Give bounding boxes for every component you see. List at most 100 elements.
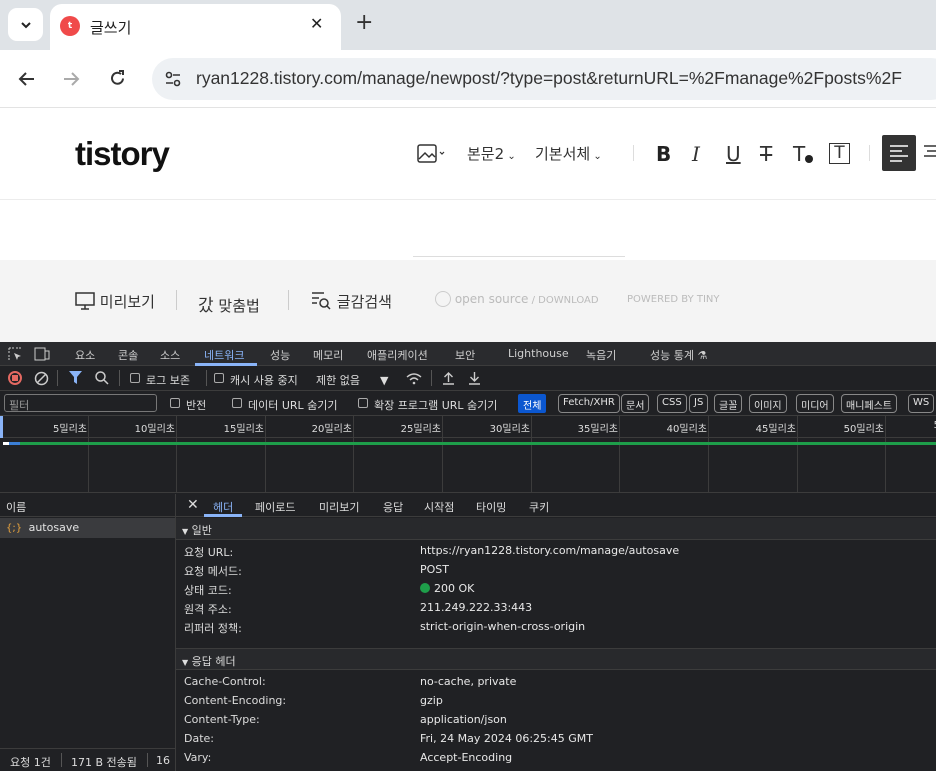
timeline-gridline: [265, 416, 266, 492]
reload-icon[interactable]: [108, 69, 127, 88]
general-section-header[interactable]: ▼ 일반: [176, 518, 936, 540]
devtools-tab-recorder[interactable]: 녹음기: [586, 347, 616, 363]
tab-search-button[interactable]: [8, 8, 43, 41]
hide-data-urls-checkbox[interactable]: [232, 398, 242, 408]
italic-button[interactable]: I: [692, 142, 700, 166]
type-filter-fetch-xhr[interactable]: Fetch/XHR: [558, 394, 620, 413]
background-color-button[interactable]: T: [829, 143, 850, 164]
tistory-favicon-icon: t: [60, 16, 80, 36]
close-tab-icon[interactable]: ✕: [310, 14, 323, 33]
type-filter-js[interactable]: JS: [689, 394, 709, 413]
details-tab-cookies[interactable]: 쿠키: [529, 499, 549, 515]
chevron-down-icon: ⌄: [590, 151, 602, 162]
search-icon[interactable]: [95, 371, 109, 385]
spellcheck-label: 맞춤법: [218, 297, 260, 315]
image-insert-icon[interactable]: [417, 144, 445, 164]
response-headers-title: 응답 헤더: [191, 655, 236, 668]
material-search-button[interactable]: 글감검색: [310, 291, 392, 312]
tistory-logo[interactable]: tistory: [75, 135, 170, 173]
invert-checkbox[interactable]: [170, 398, 180, 408]
details-tab-timing[interactable]: 타이밍: [476, 499, 506, 515]
font-dropdown[interactable]: 기본서체 ⌄: [535, 143, 602, 164]
details-tab-initiator[interactable]: 시작점: [424, 499, 454, 515]
type-filter-manifest[interactable]: 매니페스트: [841, 394, 897, 413]
opensource-label: open source: [454, 292, 529, 306]
inspect-element-icon[interactable]: [8, 347, 22, 361]
details-tab-preview[interactable]: 미리보기: [319, 499, 359, 515]
filter-input[interactable]: 필터: [4, 394, 157, 412]
opensource-link[interactable]: open source / DOWNLOAD: [435, 291, 599, 307]
network-status-bar: 요청 1건 171 B 전송됨 16: [0, 748, 176, 771]
preserve-log-checkbox[interactable]: [130, 373, 140, 383]
type-filter-ws[interactable]: WS: [908, 394, 935, 413]
devtools-tab-elements[interactable]: 요소: [75, 347, 95, 363]
color-dot-icon: [805, 155, 813, 163]
devtools-tab-network[interactable]: 네트워크: [204, 347, 244, 363]
preserve-log-label: 로그 보존: [146, 374, 190, 387]
type-filter-image[interactable]: 이미지: [749, 394, 787, 413]
type-filter-font[interactable]: 글꼴: [714, 394, 743, 413]
type-filter-all[interactable]: 전체: [518, 394, 547, 413]
filter-bar: 필터 반전 데이터 URL 숨기기 확장 프로그램 URL 숨기기 전체 Fet…: [0, 391, 936, 416]
export-har-icon[interactable]: [468, 371, 481, 385]
request-row[interactable]: {;} autosave: [0, 518, 175, 538]
import-har-icon[interactable]: [442, 371, 455, 385]
name-column-header[interactable]: 이름: [0, 494, 176, 517]
text-color-button[interactable]: T: [793, 142, 813, 166]
paragraph-style-dropdown[interactable]: 본문2 ⌄: [467, 143, 516, 164]
new-tab-button[interactable]: +: [355, 12, 373, 34]
header-value: strict-origin-when-cross-origin: [420, 620, 586, 633]
throttle-select[interactable]: 제한 없음 ▼: [316, 372, 388, 388]
hide-extension-urls-checkbox[interactable]: [358, 398, 368, 408]
forward-icon[interactable]: [62, 70, 80, 88]
strikethrough-button[interactable]: T: [760, 142, 772, 166]
details-tabs: ✕ 헤더 페이로드 미리보기 응답 시작점 타이밍 쿠키: [176, 494, 936, 517]
disable-cache-label: 캐시 사용 중지: [230, 374, 298, 387]
request-count: 요청 1건: [10, 756, 51, 769]
devtools-tab-memory[interactable]: 메모리: [313, 347, 343, 363]
type-filter-media[interactable]: 미디어: [796, 394, 834, 413]
network-conditions-icon[interactable]: [406, 372, 422, 385]
close-details-icon[interactable]: ✕: [187, 497, 199, 513]
toolbar-divider: [431, 370, 432, 386]
align-center-icon[interactable]: [924, 145, 936, 161]
preview-button[interactable]: 미리보기: [75, 291, 155, 312]
align-left-button[interactable]: [882, 135, 916, 171]
details-tab-response[interactable]: 응답: [383, 499, 403, 515]
text-color-label: T: [793, 142, 806, 166]
devtools-tab-sources[interactable]: 소스: [160, 347, 180, 363]
device-toolbar-icon[interactable]: [34, 347, 50, 361]
browser-tab[interactable]: t 글쓰기 ✕: [50, 4, 341, 50]
network-timeline-overview[interactable]: 5밀리초 10밀리초 15밀리초 20밀리초 25밀리초 30밀리초 35밀리초…: [0, 416, 936, 493]
triangle-down-icon: ▼: [182, 658, 189, 667]
active-details-tab-indicator: [204, 514, 242, 517]
back-icon[interactable]: [18, 70, 36, 88]
bold-button[interactable]: B: [656, 142, 671, 166]
type-filter-css[interactable]: CSS: [657, 394, 687, 413]
disable-cache-checkbox[interactable]: [214, 373, 224, 383]
toolbar-divider: [869, 145, 870, 161]
devtools-tab-security[interactable]: 보안: [455, 347, 475, 363]
filter-icon[interactable]: [69, 371, 82, 385]
header-value: https://ryan1228.tistory.com/manage/auto…: [420, 544, 680, 557]
devtools-tab-performance-insights[interactable]: 성능 통계 ⚗: [650, 347, 707, 363]
type-filter-document[interactable]: 문서: [621, 394, 650, 413]
url-text[interactable]: ryan1228.tistory.com/manage/newpost/?typ…: [196, 68, 902, 89]
devtools-tab-performance[interactable]: 성능: [270, 347, 290, 363]
devtools-tab-lighthouse[interactable]: Lighthouse: [508, 347, 569, 360]
record-stop-icon[interactable]: [8, 371, 22, 385]
devtools-tab-application[interactable]: 애플리케이션: [367, 347, 428, 363]
status-more: 16: [156, 754, 170, 767]
status-divider: [147, 753, 148, 767]
address-bar[interactable]: ryan1228.tistory.com/manage/newpost/?typ…: [152, 58, 936, 100]
response-headers-section-header[interactable]: ▼ 응답 헤더: [176, 648, 936, 670]
site-info-icon[interactable]: [164, 70, 182, 88]
clear-icon[interactable]: [34, 371, 49, 386]
details-tab-payload[interactable]: 페이로드: [255, 499, 295, 515]
timeline-selection-handle[interactable]: [0, 416, 3, 438]
spellcheck-button[interactable]: 갔 맞춤법: [198, 291, 260, 316]
details-tab-headers[interactable]: 헤더: [213, 499, 233, 515]
paragraph-style-label: 본문2: [467, 145, 505, 163]
devtools-tab-console[interactable]: 콘솔: [118, 347, 138, 363]
underline-button[interactable]: U: [726, 142, 741, 166]
